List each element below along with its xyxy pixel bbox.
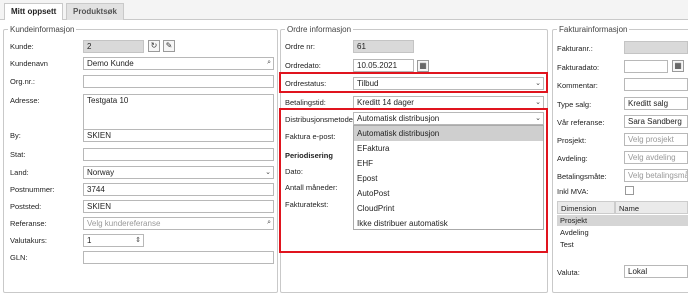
land-select[interactable]: Norway ⌄ bbox=[83, 166, 274, 179]
tab-mitt-oppsett[interactable]: Mitt oppsett bbox=[4, 3, 64, 21]
referanse-label: Referanse: bbox=[10, 219, 47, 228]
typesalg-select[interactable]: Kreditt salg bbox=[624, 97, 688, 110]
fakturatekst-label: Fakturatekst: bbox=[285, 200, 329, 209]
inklmva-checkbox[interactable] bbox=[625, 186, 634, 195]
prosjekt-field[interactable]: Velg prosjekt bbox=[624, 133, 688, 146]
ordrenr-field: 61 bbox=[353, 40, 414, 53]
option-ikke-distribuer[interactable]: Ikke distribuer automatisk bbox=[354, 216, 543, 231]
chevron-down-icon: ⌄ bbox=[535, 80, 541, 87]
prosjekt-placeholder: Velg prosjekt bbox=[628, 135, 674, 144]
postnummer-field[interactable]: 3744 bbox=[83, 183, 274, 196]
calendar-icon[interactable]: ▦ bbox=[417, 60, 429, 72]
table-row[interactable]: Avdeling bbox=[557, 227, 688, 238]
search-icon[interactable]: ⌕ bbox=[267, 59, 271, 67]
stat-field[interactable] bbox=[83, 148, 274, 161]
adresse-field[interactable]: Testgata 10 bbox=[83, 94, 274, 130]
betalingsmate-field[interactable]: Velg betalingsmåte bbox=[624, 169, 688, 182]
betalingsmate-placeholder: Velg betalingsmåte bbox=[628, 171, 688, 180]
betalingstid-label: Betalingstid: bbox=[285, 98, 326, 107]
kunde-label: Kunde: bbox=[10, 42, 34, 51]
typesalg-label: Type salg: bbox=[557, 100, 592, 109]
avdeling-label: Avdeling: bbox=[557, 154, 588, 163]
kundenavn-field[interactable]: Demo Kunde ⌕ bbox=[83, 57, 274, 70]
stat-label: Stat: bbox=[10, 150, 26, 159]
adresse-label: Adresse: bbox=[10, 96, 40, 105]
tab-bar: Mitt oppsett Produktsøk bbox=[0, 0, 688, 21]
table-row[interactable]: Prosjekt bbox=[557, 215, 688, 226]
valutakurs-label: Valutakurs: bbox=[10, 236, 47, 245]
valuta-label: Valuta: bbox=[557, 268, 580, 277]
antall-label: Antall måneder: bbox=[285, 183, 338, 192]
chevron-down-icon: ⌄ bbox=[535, 99, 541, 106]
land-value: Norway bbox=[87, 168, 115, 177]
name-header: Name bbox=[615, 201, 688, 214]
refresh-icon[interactable]: ↻ bbox=[148, 40, 160, 52]
kommentar-field[interactable] bbox=[624, 78, 688, 91]
by-label: By: bbox=[10, 131, 21, 140]
kundenavn-label: Kundenavn bbox=[10, 59, 48, 68]
option-automatisk[interactable]: Automatisk distribusjon bbox=[354, 126, 543, 141]
search-icon[interactable]: ⌕ bbox=[267, 219, 271, 227]
kommentar-label: Kommentar: bbox=[557, 81, 598, 90]
distribusjon-options: Automatisk distribusjon EFaktura EHF Epo… bbox=[353, 125, 544, 230]
calendar-icon[interactable]: ▦ bbox=[672, 60, 684, 72]
kundenavn-value: Demo Kunde bbox=[87, 59, 134, 68]
gln-label: GLN: bbox=[10, 253, 28, 262]
stepper-icon[interactable]: ⇕ bbox=[135, 236, 141, 244]
periodisering-label: Periodisering bbox=[285, 151, 333, 160]
avdeling-placeholder: Velg avdeling bbox=[628, 153, 676, 162]
poststed-label: Poststed: bbox=[10, 202, 42, 211]
gln-field[interactable] bbox=[83, 251, 274, 264]
main-content: Kundeinformasjon Kunde: 2 ↻ ✎ Kundenavn … bbox=[0, 20, 688, 298]
poststed-field[interactable]: SKIEN bbox=[83, 200, 274, 213]
dato-label: Dato: bbox=[285, 167, 303, 176]
betalingstid-value: Kreditt 14 dager bbox=[357, 98, 414, 107]
option-efaktura[interactable]: EFaktura bbox=[354, 141, 543, 156]
ordrestatus-value: Tilbud bbox=[357, 79, 379, 88]
by-field[interactable]: SKIEN bbox=[83, 129, 274, 142]
valutakurs-field[interactable]: 1 ⇕ bbox=[83, 234, 144, 247]
kunde-field[interactable]: 2 bbox=[83, 40, 144, 53]
option-ehf[interactable]: EHF bbox=[354, 156, 543, 171]
option-cloudprint[interactable]: CloudPrint bbox=[354, 201, 543, 216]
orgnr-label: Org.nr.: bbox=[10, 77, 36, 86]
avdeling-field[interactable]: Velg avdeling bbox=[624, 151, 688, 164]
option-epost[interactable]: Epost bbox=[354, 171, 543, 186]
ordrenr-label: Ordre nr: bbox=[285, 42, 316, 51]
referanse-placeholder: Velg kundereferanse bbox=[87, 219, 161, 228]
land-label: Land: bbox=[10, 168, 29, 177]
fakturadato-field[interactable] bbox=[624, 60, 668, 73]
referanse-field[interactable]: Velg kundereferanse ⌕ bbox=[83, 217, 274, 230]
order-info-legend: Ordre informasjon bbox=[287, 25, 352, 34]
tab-produktsok[interactable]: Produktsøk bbox=[66, 3, 125, 20]
prosjekt-label: Prosjekt: bbox=[557, 136, 587, 145]
invoice-info-legend: Fakturainformasjon bbox=[559, 25, 628, 34]
valuta-select[interactable]: Lokal bbox=[624, 265, 688, 278]
chevron-down-icon: ⌄ bbox=[265, 169, 271, 176]
ordredato-field[interactable]: 10.05.2021 bbox=[353, 59, 414, 72]
ordrestatus-label: Ordrestatus: bbox=[285, 79, 327, 88]
chevron-down-icon: ⌄ bbox=[535, 115, 541, 122]
varref-field[interactable]: Sara Sandberg bbox=[624, 115, 688, 128]
dimension-header: Dimension bbox=[557, 201, 615, 214]
customer-info-legend: Kundeinformasjon bbox=[10, 25, 75, 34]
option-autopost[interactable]: AutoPost bbox=[354, 186, 543, 201]
betalingsmate-label: Betalingsmåte: bbox=[557, 172, 607, 181]
ordredato-label: Ordredato: bbox=[285, 61, 321, 70]
fakturanr-field bbox=[624, 41, 688, 54]
ordrestatus-select[interactable]: Tilbud ⌄ bbox=[353, 77, 544, 90]
varref-label: Vår referanse: bbox=[557, 118, 605, 127]
inklmva-label: Inkl MVA: bbox=[557, 187, 589, 196]
fakturadato-label: Fakturadato: bbox=[557, 63, 600, 72]
orgnr-field[interactable] bbox=[83, 75, 274, 88]
distribusjon-select[interactable]: Automatisk distribusjon ⌄ bbox=[353, 112, 544, 125]
fakturanr-label: Fakturanr.: bbox=[557, 44, 593, 53]
epost-label: Faktura e-post: bbox=[285, 132, 336, 141]
table-row[interactable]: Test bbox=[557, 239, 688, 250]
distribusjon-value: Automatisk distribusjon bbox=[357, 114, 440, 123]
postnummer-label: Postnummer: bbox=[10, 185, 55, 194]
valutakurs-value: 1 bbox=[87, 236, 92, 245]
edit-icon[interactable]: ✎ bbox=[163, 40, 175, 52]
distribusjon-label: Distribusjonsmetode: bbox=[285, 115, 356, 124]
